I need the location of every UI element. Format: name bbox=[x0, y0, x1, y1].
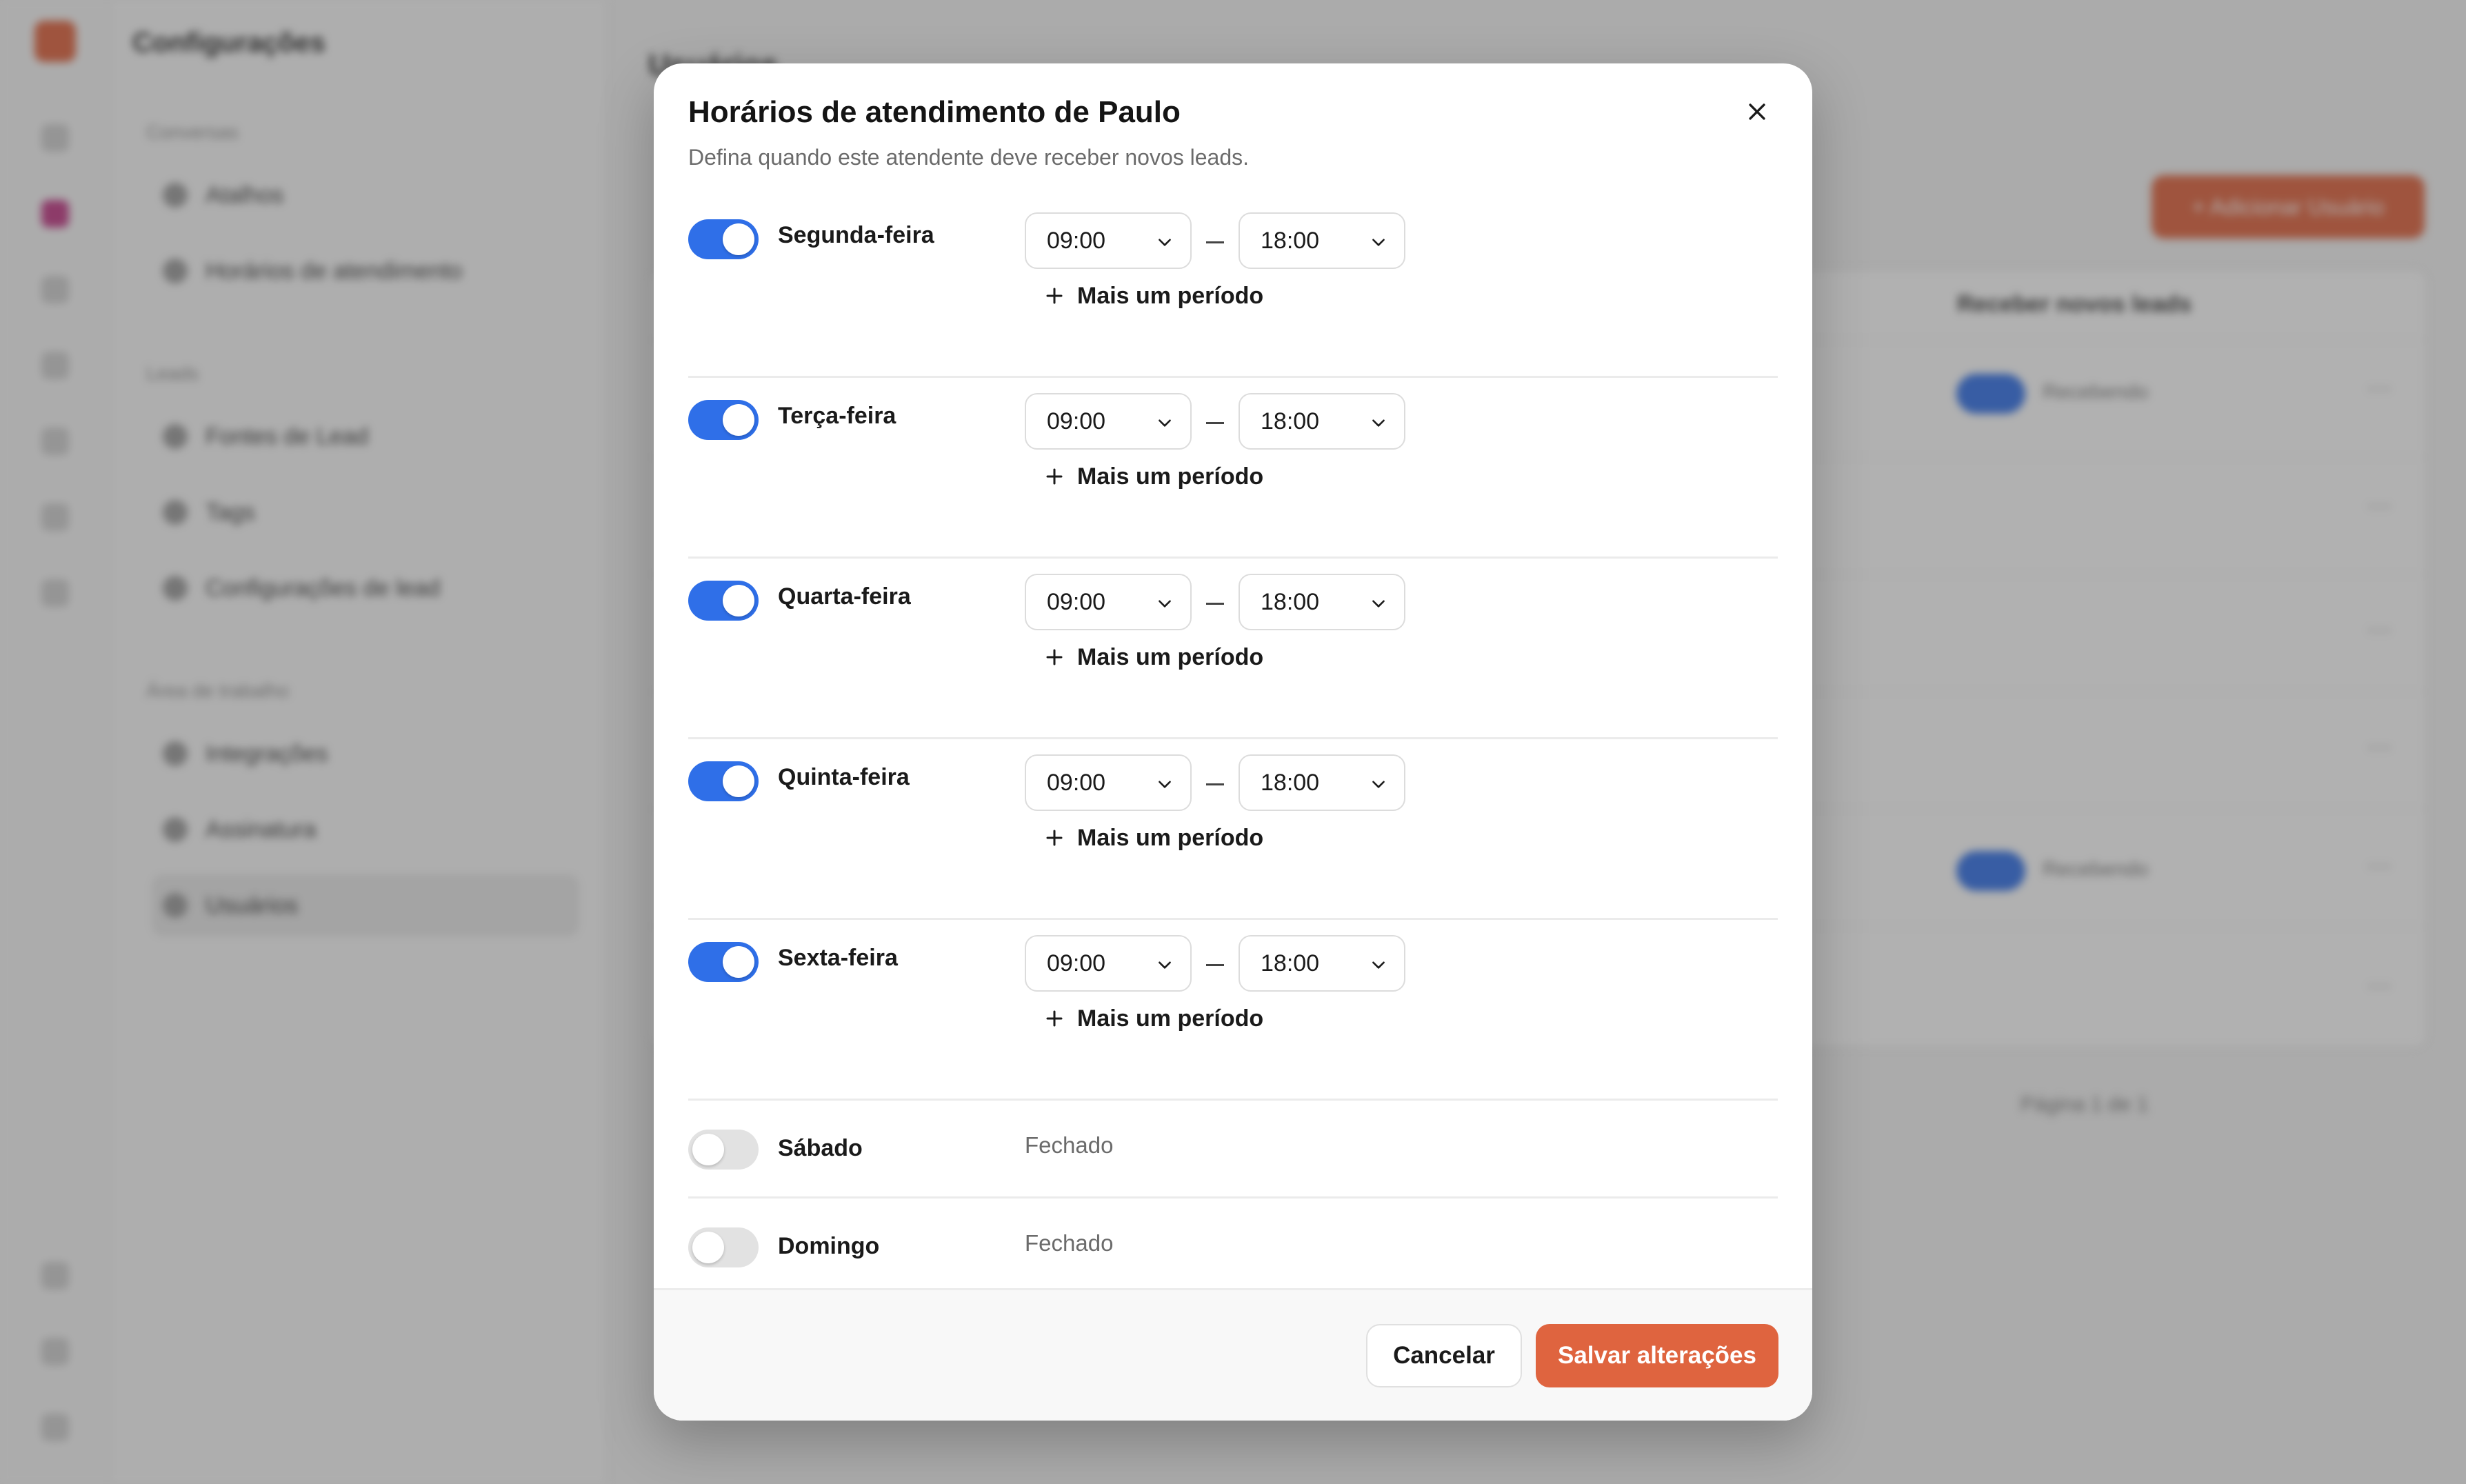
toggle-knob bbox=[723, 765, 754, 797]
range-dash bbox=[1206, 783, 1224, 785]
day-name: Terça-feira bbox=[778, 403, 896, 429]
day-row-domingo: Domingo Fechado bbox=[688, 1199, 1778, 1288]
end-time-select[interactable]: 18:00 bbox=[1239, 754, 1405, 811]
start-time-value: 09:00 bbox=[1047, 769, 1106, 796]
start-time-select[interactable]: 09:00 bbox=[1025, 935, 1192, 992]
range-dash bbox=[1206, 964, 1224, 966]
end-time-value: 18:00 bbox=[1261, 227, 1320, 254]
day-toggle[interactable] bbox=[688, 400, 759, 440]
start-time-select[interactable]: 09:00 bbox=[1025, 212, 1192, 269]
end-time-value: 18:00 bbox=[1261, 408, 1320, 434]
day-toggle[interactable] bbox=[688, 942, 759, 982]
add-period-label: Mais um período bbox=[1077, 643, 1264, 670]
chevron-down-icon bbox=[1372, 781, 1385, 788]
range-dash bbox=[1206, 241, 1224, 243]
dialog-footer: Cancelar Salvar alterações bbox=[654, 1288, 1812, 1421]
add-period-button[interactable]: Mais um período bbox=[1044, 279, 1263, 313]
day-name: Domingo bbox=[778, 1233, 880, 1259]
toggle-knob bbox=[723, 946, 754, 978]
add-period-label: Mais um período bbox=[1077, 824, 1264, 851]
end-time-value: 18:00 bbox=[1261, 588, 1320, 615]
closed-label: Fechado bbox=[1025, 1132, 1114, 1158]
save-button[interactable]: Salvar alterações bbox=[1536, 1324, 1778, 1387]
day-row-sabado: Sábado Fechado bbox=[688, 1101, 1778, 1199]
close-button[interactable] bbox=[1735, 90, 1779, 134]
start-time-value: 09:00 bbox=[1047, 408, 1106, 434]
dialog-subtitle: Defina quando este atendente deve recebe… bbox=[688, 145, 1250, 170]
add-period-button[interactable]: Mais um período bbox=[1044, 1001, 1263, 1036]
day-name: Sábado bbox=[778, 1135, 863, 1161]
day-row-quinta: Quinta-feira 09:00 18:00 Mais um período bbox=[688, 739, 1778, 920]
chevron-down-icon bbox=[1159, 239, 1171, 246]
add-period-label: Mais um período bbox=[1077, 1005, 1264, 1032]
chevron-down-icon bbox=[1372, 419, 1385, 427]
add-period-button[interactable]: Mais um período bbox=[1044, 459, 1263, 494]
start-time-value: 09:00 bbox=[1047, 227, 1106, 254]
add-period-label: Mais um período bbox=[1077, 282, 1264, 309]
range-dash bbox=[1206, 603, 1224, 605]
end-time-select[interactable]: 18:00 bbox=[1239, 212, 1405, 269]
start-time-value: 09:00 bbox=[1047, 950, 1106, 976]
dialog-title: Horários de atendimento de Paulo bbox=[688, 95, 1181, 129]
end-time-value: 18:00 bbox=[1261, 950, 1320, 976]
chevron-down-icon bbox=[1159, 781, 1171, 788]
plus-icon bbox=[1046, 830, 1063, 846]
day-name: Quinta-feira bbox=[778, 764, 910, 790]
toggle-knob bbox=[723, 223, 754, 255]
day-name: Segunda-feira bbox=[778, 222, 934, 248]
day-name: Sexta-feira bbox=[778, 945, 898, 971]
chevron-down-icon bbox=[1159, 419, 1171, 427]
plus-icon bbox=[1046, 288, 1063, 304]
end-time-value: 18:00 bbox=[1261, 769, 1320, 796]
start-time-select[interactable]: 09:00 bbox=[1025, 574, 1192, 630]
chevron-down-icon bbox=[1372, 600, 1385, 608]
close-icon bbox=[1749, 103, 1765, 120]
start-time-select[interactable]: 09:00 bbox=[1025, 393, 1192, 450]
toggle-knob bbox=[723, 404, 754, 436]
day-row-terca: Terça-feira 09:00 18:00 Mais um período bbox=[688, 378, 1778, 559]
chevron-down-icon bbox=[1372, 961, 1385, 969]
toggle-knob bbox=[692, 1134, 724, 1165]
cancel-button[interactable]: Cancelar bbox=[1366, 1324, 1522, 1387]
start-time-value: 09:00 bbox=[1047, 588, 1106, 615]
chevron-down-icon bbox=[1159, 961, 1171, 969]
day-row-segunda: Segunda-feira 09:00 18:00 Mais um períod… bbox=[688, 197, 1778, 378]
day-toggle[interactable] bbox=[688, 219, 759, 259]
day-toggle[interactable] bbox=[688, 581, 759, 621]
chevron-down-icon bbox=[1159, 600, 1171, 608]
toggle-knob bbox=[692, 1232, 724, 1263]
day-toggle[interactable] bbox=[688, 1130, 759, 1170]
toggle-knob bbox=[723, 585, 754, 616]
day-name: Quarta-feira bbox=[778, 583, 911, 610]
plus-icon bbox=[1046, 1010, 1063, 1027]
range-dash bbox=[1206, 422, 1224, 424]
day-row-sexta: Sexta-feira 09:00 18:00 Mais um período bbox=[688, 920, 1778, 1101]
chevron-down-icon bbox=[1372, 239, 1385, 246]
day-toggle[interactable] bbox=[688, 1227, 759, 1267]
closed-label: Fechado bbox=[1025, 1230, 1114, 1256]
day-row-quarta: Quarta-feira 09:00 18:00 Mais um período bbox=[688, 559, 1778, 739]
day-toggle[interactable] bbox=[688, 761, 759, 801]
schedule-dialog: Horários de atendimento de Paulo Defina … bbox=[654, 63, 1812, 1421]
end-time-select[interactable]: 18:00 bbox=[1239, 935, 1405, 992]
end-time-select[interactable]: 18:00 bbox=[1239, 393, 1405, 450]
end-time-select[interactable]: 18:00 bbox=[1239, 574, 1405, 630]
add-period-button[interactable]: Mais um período bbox=[1044, 821, 1263, 855]
add-period-label: Mais um período bbox=[1077, 463, 1264, 490]
start-time-select[interactable]: 09:00 bbox=[1025, 754, 1192, 811]
plus-icon bbox=[1046, 468, 1063, 485]
add-period-button[interactable]: Mais um período bbox=[1044, 640, 1263, 674]
plus-icon bbox=[1046, 649, 1063, 665]
